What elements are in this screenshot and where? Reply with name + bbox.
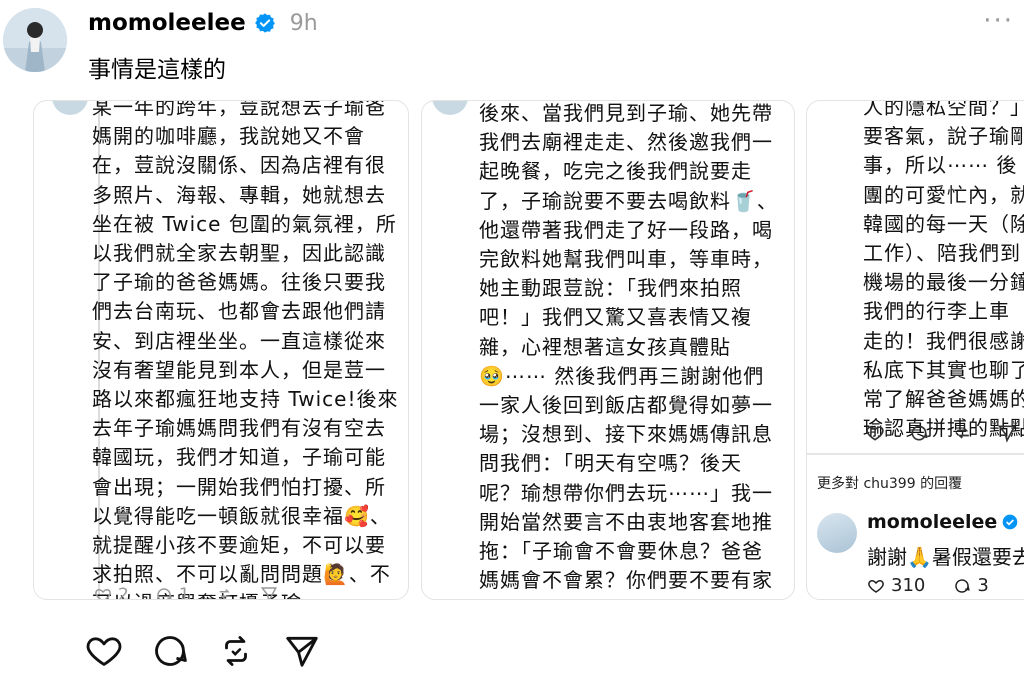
comment-icon[interactable] <box>151 632 189 670</box>
heart-icon <box>95 588 111 599</box>
avatar-photo <box>3 8 67 72</box>
card-1-likes: 2 <box>94 585 129 599</box>
card-3-actions <box>865 423 1017 443</box>
username[interactable]: momoleelee <box>88 10 246 36</box>
repost-icon <box>219 588 230 599</box>
verified-badge-icon <box>254 13 275 33</box>
carousel-image-2[interactable]: 後來、當我們見到子瑜、她先帶 我們去廟裡走走、然後邀我們一 起晚餐，吃完之後我們… <box>421 100 795 600</box>
card-1-text: 某一年的跨年，荳說想去子瑜爸 媽開的咖啡廳，我說她又不會 在，荳說沒關係、因為店… <box>92 100 399 599</box>
card-1-replies: 1 <box>155 585 190 599</box>
more-options-button[interactable]: ··· <box>983 6 1014 36</box>
divider <box>807 453 1024 455</box>
comment-icon <box>911 425 928 441</box>
card-3-text: 人的隱私空間？」 要客氣，說子瑜剛 事，所以⋯⋯ 後 團的可愛忙內，就 韓國的每… <box>863 100 1024 441</box>
comment-icon <box>955 578 971 593</box>
repost-icon <box>957 427 969 439</box>
reply-avatar[interactable] <box>817 513 857 553</box>
avatar[interactable] <box>3 8 67 72</box>
comment-icon <box>157 588 172 599</box>
post-time: 9h <box>289 10 318 36</box>
reply-username-row: momoleelee 1 <box>867 511 1024 533</box>
more-replies-link[interactable]: 更多對 chu399 的回覆 <box>817 473 962 493</box>
reply-stats: 310 3 <box>867 575 989 596</box>
send-icon <box>997 425 1016 443</box>
send-icon <box>260 587 277 599</box>
send-icon[interactable] <box>283 632 321 670</box>
carousel-image-3[interactable]: 人的隱私空間？」 要客氣，說子瑜剛 事，所以⋯⋯ 後 團的可愛忙內，就 韓國的每… <box>806 100 1024 600</box>
post-caption: 事情是這樣的 <box>88 57 226 83</box>
thread-avatar <box>52 101 88 115</box>
reply-likes[interactable]: 310 <box>867 575 925 596</box>
reply-replies[interactable]: 3 <box>953 575 989 596</box>
heart-icon[interactable] <box>85 632 123 670</box>
post-actions <box>85 632 321 670</box>
verified-badge-icon <box>1002 514 1018 530</box>
thread-avatar <box>432 101 468 115</box>
card-2-text: 後來、當我們見到子瑜、她先帶 我們去廟裡走走、然後邀我們一 起晚餐，吃完之後我們… <box>479 101 778 599</box>
card-1-actions: 2 1 <box>94 585 278 599</box>
heart-icon <box>866 426 884 441</box>
reply-username[interactable]: momoleelee <box>867 511 997 533</box>
repost-icon[interactable] <box>217 632 255 670</box>
heart-icon <box>868 579 884 593</box>
reply-text: 謝謝🙏暑假還要去 <box>867 545 1024 569</box>
carousel-image-1[interactable]: 某一年的跨年，荳說想去子瑜爸 媽開的咖啡廳，我說她又不會 在，荳說沒關係、因為店… <box>33 100 409 600</box>
